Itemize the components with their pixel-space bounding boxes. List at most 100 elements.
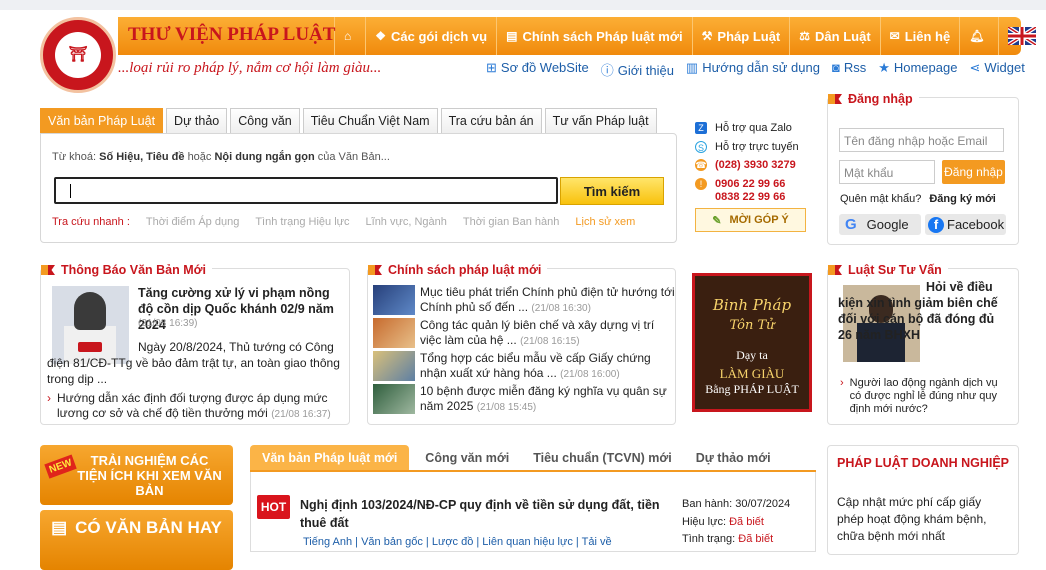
hint-bold: Số Hiệu, Tiêu đề — [99, 151, 185, 163]
business-title[interactable]: PHÁP LUẬT DOANH NGHIỆP — [837, 456, 1009, 470]
status-link[interactable]: Đã biết — [738, 533, 773, 545]
homepage-link[interactable]: ★ Homepage — [878, 60, 957, 79]
password-input[interactable]: Mật khẩu — [839, 160, 935, 184]
quick-field[interactable]: Lĩnh vực, Ngành — [366, 216, 447, 228]
nav-civil-law[interactable]: ⚖ Dân Luật — [789, 17, 879, 55]
hotline-1[interactable]: ☎ (028) 3930 3279 — [695, 156, 799, 175]
site-logo[interactable]: ⛩ — [40, 17, 116, 93]
login-button[interactable]: Đăng nhập — [942, 160, 1005, 184]
share-icon: ⋖ — [969, 60, 981, 75]
promo-good-docs[interactable]: ▤ CÓ VĂN BẢN HAY — [40, 510, 233, 570]
effect-date-link[interactable]: Đã biết — [729, 516, 764, 528]
nav-label: Liên hệ — [904, 28, 951, 44]
online-support[interactable]: S Hỗ trợ trực tuyến — [695, 138, 799, 157]
secondary-navigation: ⊞ Sơ đồ WebSite ⓘ Giới thiệu ▥ Hướng dẫn sử… — [486, 60, 1025, 79]
facebook-icon: f — [928, 216, 944, 233]
policy-thumbnail — [373, 351, 415, 381]
document-links[interactable]: Tiếng Anh | Văn bản gốc | Lược đồ | Liên… — [303, 536, 612, 548]
tab-new-legal-docs[interactable]: Văn bản Pháp luật mới — [250, 445, 410, 470]
policy-item-text: 10 bệnh được miễn đăng ký nghĩa vụ quân … — [420, 384, 667, 413]
section-flag-icon — [41, 265, 55, 275]
section-title-text: Chính sách pháp luật mới — [388, 263, 542, 277]
policy-item[interactable]: Tổng hợp các biểu mẫu về cấp Giấy chứng … — [373, 351, 675, 382]
register-link[interactable]: Đăng ký mới — [929, 193, 996, 205]
google-icon: G — [845, 216, 857, 233]
policy-item-time: (21/08 16:15) — [520, 336, 580, 347]
lawyer-item[interactable]: › Người lao động ngành dịch vụ có được ng… — [840, 377, 1010, 416]
document-list: HOT Nghị định 103/2024/NĐ-CP quy định về… — [250, 472, 816, 552]
business-article-link[interactable]: Cập nhật mức phí cấp giấy phép hoạt động… — [837, 494, 1007, 545]
issued-date: 30/07/2024 — [735, 498, 791, 510]
quick-issue-date[interactable]: Thời gian Ban hành — [463, 216, 560, 228]
hotline-3[interactable]: 0838 22 99 66 — [695, 191, 799, 204]
google-login-button[interactable]: G Google — [839, 214, 921, 235]
nav-language[interactable] — [998, 17, 1045, 55]
policy-thumbnail — [373, 285, 415, 315]
tab-drafts[interactable]: Dự thảo — [166, 108, 228, 133]
sso-label: Google — [866, 217, 909, 232]
nav-new-policy[interactable]: ▤ Chính sách Pháp luật mới — [496, 17, 692, 55]
rss-link[interactable]: ◙ Rss — [832, 60, 866, 79]
caret-right-icon: › — [840, 377, 844, 389]
tab-judgments[interactable]: Tra cứu bản án — [440, 108, 542, 133]
support-label: Hỗ trợ qua Zalo — [715, 122, 792, 134]
nav-service-packages[interactable]: ❖ Các gói dịch vụ — [365, 17, 496, 55]
star-icon: ★ — [878, 60, 890, 75]
skype-icon: S — [695, 140, 707, 153]
sso-label: Facebook — [947, 217, 1005, 232]
zalo-icon: Z — [695, 122, 707, 135]
tab-new-drafts[interactable]: Dự thảo mới — [688, 445, 779, 470]
tab-legal-advice[interactable]: Tư vấn Pháp luật — [544, 108, 657, 133]
view-history-link[interactable]: Lịch sử xem — [575, 216, 635, 228]
username-input[interactable]: Tên đăng nhập hoặc Email — [839, 128, 1004, 152]
promo-features[interactable]: NEW TRẢI NGHIỆM CÁC TIỆN ÍCH KHI XEM VĂN … — [40, 445, 233, 505]
policy-item[interactable]: Công tác quản lý biên chế và xây dựng vị… — [373, 318, 675, 349]
tab-official-letters[interactable]: Công văn — [230, 108, 300, 133]
quick-effect-status[interactable]: Tình trạng Hiệu lực — [255, 216, 349, 228]
facebook-login-button[interactable]: f Facebook — [925, 214, 1006, 235]
edit-icon: ✎ — [712, 214, 722, 227]
nav-home[interactable]: ⌂ — [334, 17, 365, 55]
document-title-link[interactable]: Nghị định 103/2024/NĐ-CP quy định về tiề… — [300, 496, 668, 532]
notice-item[interactable]: › Hướng dẫn xác định đối tượng được áp dụ… — [47, 391, 343, 422]
policy-item[interactable]: 10 bệnh được miễn đăng ký nghĩa vụ quân … — [373, 384, 675, 415]
search-input[interactable] — [54, 177, 558, 204]
feedback-button[interactable]: ✎ MỜI GÓP Ý — [695, 208, 806, 232]
guide-link[interactable]: ▥ Hướng dẫn sử dụng — [686, 60, 820, 79]
tab-new-standards[interactable]: Tiêu chuẩn (TCVN) mới — [525, 445, 680, 470]
banner-line: LÀM GIÀU — [719, 366, 785, 381]
nav-notifications[interactable]: 🔔︎ — [959, 17, 998, 55]
about-link[interactable]: ⓘ Giới thiệu — [601, 60, 674, 79]
nav-law[interactable]: ⚒ Pháp Luật — [691, 17, 790, 55]
bell-icon: 🔔︎ — [969, 29, 985, 43]
tab-legal-docs[interactable]: Văn bản Pháp Luật — [40, 108, 164, 133]
site-title[interactable]: THƯ VIỆN PHÁP LUẬT — [128, 24, 335, 46]
forgot-password-link[interactable]: Quên mật khẩu? — [840, 193, 921, 205]
tab-new-letters[interactable]: Công văn mới — [417, 445, 517, 470]
book-banner[interactable]: Binh Pháp Tôn Tử Dạy ta LÀM GIÀU Bằng PH… — [692, 273, 812, 412]
lawyer-headline[interactable]: Hỏi về điều kiện xin tình giảm biên chế … — [838, 279, 1008, 343]
headline-summary: Ngày 20/8/2024, Thủ tướng có Công điện 8… — [47, 340, 340, 386]
policy-item[interactable]: Mục tiêu phát triển Chính phủ điện tử hư… — [373, 285, 675, 316]
hint-text: của Văn Bản... — [317, 151, 390, 163]
nav-contact[interactable]: ✉ Liên hệ — [879, 17, 960, 55]
business-law-panel: PHÁP LUẬT DOANH NGHIỆP Cập nhật mức phí … — [827, 445, 1019, 555]
section-title-text: Đăng nhập — [848, 92, 913, 106]
banner-line: Tôn Tử — [729, 318, 775, 333]
hint-bold: Nội dung ngắn gọn — [214, 151, 315, 163]
gavel-icon: ⚒ — [701, 29, 713, 43]
hot-badge: HOT — [257, 495, 290, 519]
link-label: Hướng dẫn sử dụng — [702, 60, 820, 75]
quick-apply-date[interactable]: Thời điểm Áp dụng — [146, 216, 239, 228]
zalo-support[interactable]: Z Hỗ trợ qua Zalo — [695, 119, 799, 138]
tab-standards[interactable]: Tiêu Chuẩn Việt Nam — [302, 108, 438, 133]
widget-link[interactable]: ⋖ Widget — [969, 60, 1024, 79]
login-title: Đăng nhập — [828, 92, 919, 106]
home-icon: ⌂ — [344, 29, 352, 43]
lawyer-title: Luật Sư Tư Vấn — [828, 263, 948, 277]
nav-label: Pháp Luật — [717, 28, 781, 44]
hotline-2[interactable]: ! 0906 22 99 66 — [695, 178, 799, 191]
search-button[interactable]: Tìm kiếm — [560, 177, 664, 205]
section-flag-icon — [828, 94, 842, 104]
sitemap-link[interactable]: ⊞ Sơ đồ WebSite — [486, 60, 589, 79]
